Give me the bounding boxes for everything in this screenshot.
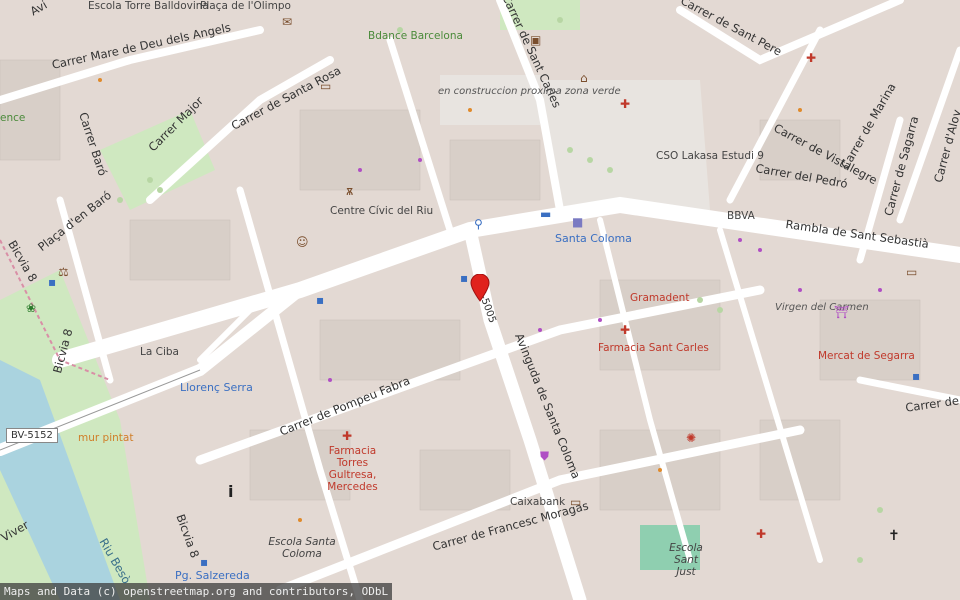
community-icon[interactable]: ѫ	[346, 185, 353, 197]
poi-gramadent[interactable]: Gramadent	[630, 292, 689, 304]
theatre-icon[interactable]: ☺	[296, 236, 309, 248]
map-canvas[interactable]: Carrer Mare de Deu dels Angels Carrer de…	[0, 0, 960, 600]
route-shield-bv5152: BV-5152	[6, 428, 58, 443]
poi-llorenc-serra[interactable]: Llorenç Serra	[180, 382, 253, 394]
bus-stop-icon-3[interactable]: ▪	[912, 370, 920, 382]
poi-placa-olimpo[interactable]: Plaça de l'Olimpo	[200, 0, 291, 12]
poi-bbva[interactable]: BBVA	[727, 210, 755, 222]
poi-mercat-segarra[interactable]: Mercat de Segarra	[818, 350, 915, 362]
fire-station-icon[interactable]: ✺	[686, 432, 696, 444]
car-icon[interactable]: ▬	[540, 208, 551, 220]
bus-stop-icon[interactable]: ▪	[316, 294, 324, 306]
poi-en-construccion: en construccion proxima zona verde	[438, 86, 621, 97]
pharmacy-icon-2[interactable]: ✚	[620, 324, 630, 336]
marketplace-icon[interactable]: ⛩	[834, 306, 849, 318]
poi-escola-sant-just[interactable]: Escola Sant Just	[666, 542, 706, 578]
community-centre-icon[interactable]: ⌂	[580, 72, 588, 84]
poi-santa-coloma-station[interactable]: Santa Coloma	[555, 233, 632, 245]
poi-farmacia-sant-carles[interactable]: Farmacia Sant Carles	[598, 342, 709, 354]
atm-icon-3[interactable]: ▭	[570, 496, 581, 508]
shop-icon[interactable]: ⛊	[540, 450, 549, 462]
poi-virgen-carmen[interactable]: Virgen del Carmen	[775, 302, 869, 314]
map-attribution[interactable]: Maps and Data (c) openstreetmap.org and …	[0, 583, 393, 600]
location-pin-icon[interactable]	[470, 274, 490, 302]
place-of-worship-icon[interactable]: ✝	[888, 529, 900, 543]
pharmacy-icon[interactable]: ✚	[620, 98, 630, 110]
poi-la-ciba[interactable]: La Ciba	[140, 346, 179, 358]
bus-stop-icon-4[interactable]: ▪	[200, 556, 208, 568]
pharmacy-icon-3[interactable]: ✚	[342, 430, 352, 442]
dog-park-icon[interactable]: ❀	[26, 302, 36, 314]
poi-cso[interactable]: CSO Lakasa Estudi 9	[656, 150, 764, 162]
atm-icon[interactable]: ▭	[320, 80, 331, 92]
atm-icon-2[interactable]: ▭	[906, 266, 917, 278]
poi-escola-balldovina[interactable]: Escola Torre Balldovina	[88, 0, 209, 12]
bus-stop-icon-5[interactable]: ▪	[48, 276, 56, 288]
pharmacy-icon-4[interactable]: ✚	[806, 52, 816, 64]
bus-stop-icon-2[interactable]: ▪	[460, 272, 468, 284]
hospital-icon[interactable]: ✚	[756, 528, 766, 540]
information-icon[interactable]: i	[228, 484, 233, 500]
poi-bdance[interactable]: Bdance Barcelona	[368, 30, 463, 42]
post-office-icon[interactable]: ✉	[282, 16, 292, 28]
poi-pg-salzereda[interactable]: Pg. Salzereda	[175, 570, 250, 582]
poi-centre-civic[interactable]: Centre Cívic del Riu	[330, 205, 433, 217]
poi-ence: ence	[0, 112, 26, 124]
poi-escola-santa-coloma[interactable]: Escola Santa Coloma	[268, 536, 336, 560]
poi-caixabank[interactable]: Caixabank	[510, 496, 565, 508]
poi-mur-pintat[interactable]: mur pintat	[78, 432, 133, 444]
bicycle-icon[interactable]: ⚲	[474, 218, 483, 230]
courthouse-icon[interactable]: ⚖	[58, 266, 69, 278]
poi-farmacia-torres[interactable]: Farmacia Torres Gultresa, Mercedes	[325, 445, 380, 493]
metro-icon[interactable]: ■	[572, 216, 583, 228]
library-icon[interactable]: ▣	[530, 34, 541, 46]
